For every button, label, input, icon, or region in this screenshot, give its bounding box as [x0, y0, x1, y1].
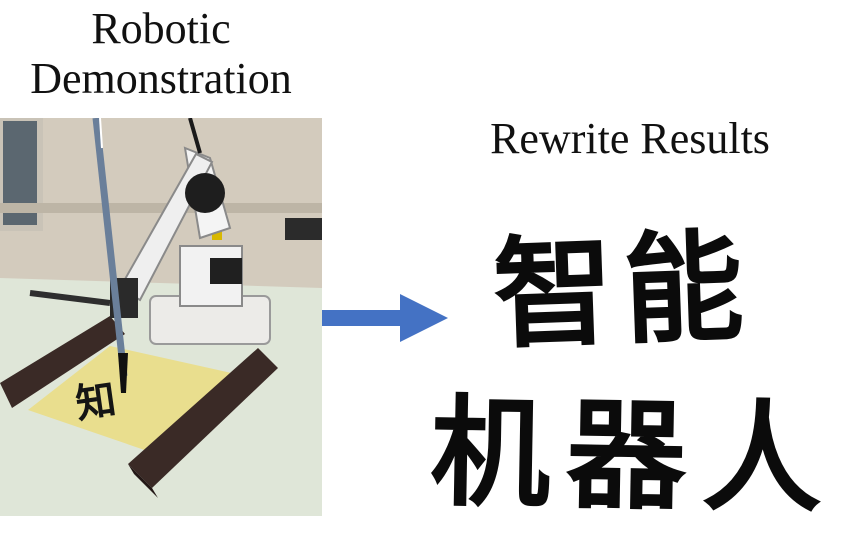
left-panel-title: Robotic Demonstration	[0, 4, 322, 104]
robot-joint	[185, 173, 225, 213]
calligraphy-line-2: 机器人	[429, 383, 840, 531]
written-character: 知	[73, 377, 119, 428]
calligraphy-results: 智能 机器人	[420, 190, 840, 530]
calligraphy-line-1: 智能	[491, 217, 756, 366]
wall-object	[285, 218, 322, 240]
left-title-line2: Demonstration	[30, 54, 292, 103]
rewrite-results-title: Rewrite Results	[490, 114, 770, 163]
left-title-line1: Robotic	[91, 4, 231, 53]
robot-demonstration-photo: 知	[0, 118, 322, 516]
robot-photo-illustration: 知	[0, 118, 322, 516]
